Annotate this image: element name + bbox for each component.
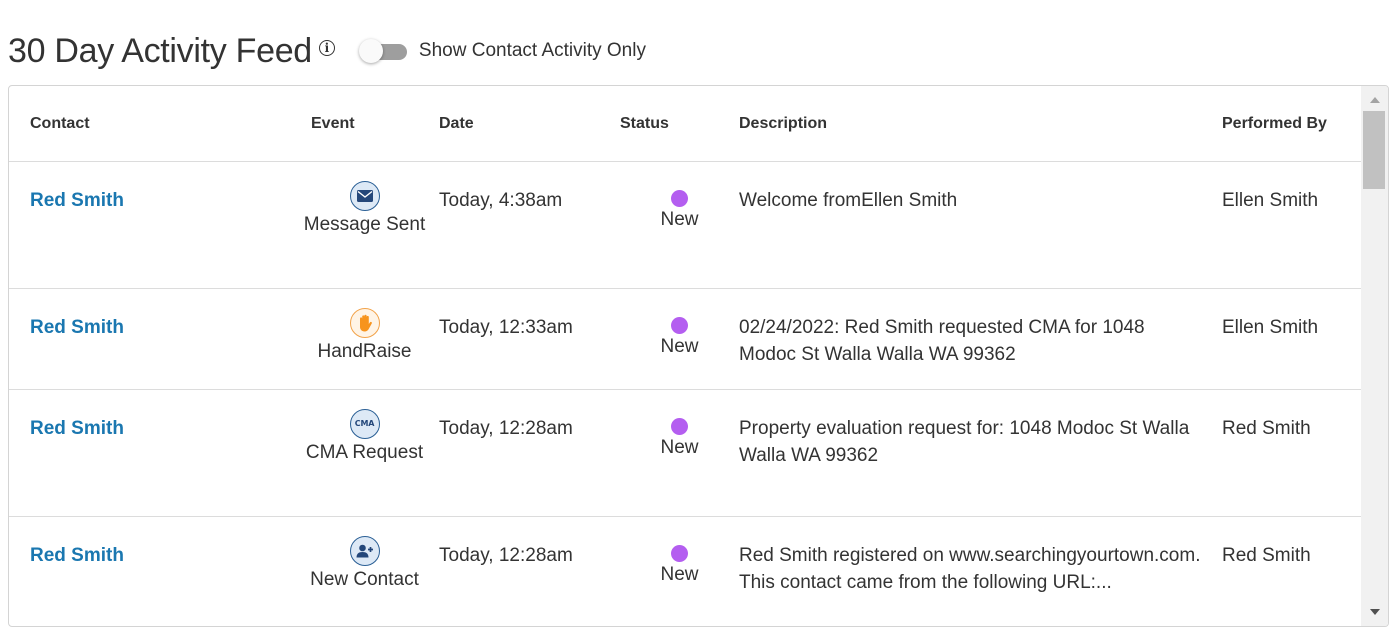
event-cell: New Contact	[290, 516, 439, 626]
status-cell: New	[620, 516, 739, 626]
status-dot-icon	[671, 317, 688, 334]
scroll-up-button[interactable]	[1361, 89, 1388, 111]
scrollbar-thumb[interactable]	[1363, 111, 1385, 189]
column-header-status: Status	[620, 86, 739, 162]
column-header-performed-by: Performed By	[1222, 86, 1361, 162]
activity-table: Contact Event Date Status Description Pe…	[9, 86, 1361, 626]
contact-cell: Red Smith	[9, 288, 290, 390]
date-cell: Today, 12:33am	[439, 288, 620, 390]
cma-icon-text: CMA	[354, 418, 375, 428]
status-dot-icon	[671, 545, 688, 562]
status-text: New	[660, 437, 699, 458]
status-text: New	[660, 209, 699, 230]
contact-cell: Red Smith	[9, 389, 290, 517]
description-cell: 02/24/2022: Red Smith requested CMA for …	[739, 288, 1222, 390]
performed-by-cell: Red Smith	[1222, 389, 1361, 517]
contact-link[interactable]: Red Smith	[30, 418, 124, 439]
table-row: Red Smith CMA CMA Request Today, 12:28am…	[9, 389, 1361, 517]
contact-link[interactable]: Red Smith	[30, 190, 124, 211]
activity-table-scroll-area: Contact Event Date Status Description Pe…	[9, 86, 1361, 626]
description-cell: Welcome fromEllen Smith	[739, 161, 1222, 289]
arrow-down-icon	[1369, 609, 1380, 615]
vertical-scrollbar[interactable]	[1361, 86, 1388, 626]
event-cell: CMA CMA Request	[290, 389, 439, 517]
description-cell: Property evaluation request for: 1048 Mo…	[739, 389, 1222, 517]
add-user-icon	[349, 536, 380, 566]
toggle-label: Show Contact Activity Only	[418, 40, 646, 61]
contact-cell: Red Smith	[9, 161, 290, 289]
performed-by-cell: Red Smith	[1222, 516, 1361, 626]
cma-icon: CMA	[349, 409, 380, 439]
column-header-event: Event	[290, 86, 439, 162]
activity-table-container: Contact Event Date Status Description Pe…	[8, 85, 1389, 627]
scroll-down-button[interactable]	[1361, 601, 1388, 623]
performed-by-cell: Ellen Smith	[1222, 288, 1361, 390]
contact-link[interactable]: Red Smith	[30, 545, 124, 566]
event-label: New Contact	[310, 569, 419, 590]
table-row: Red Smith New Contact Today, 12:28am New…	[9, 516, 1361, 626]
status-cell: New	[620, 288, 739, 390]
description-cell: Red Smith registered on www.searchingyou…	[739, 516, 1222, 626]
table-row: Red Smith HandRaise Today, 12:33am New 0…	[9, 288, 1361, 390]
column-header-contact: Contact	[9, 86, 290, 162]
envelope-icon	[349, 181, 380, 211]
status-text: New	[660, 564, 699, 585]
status-cell: New	[620, 161, 739, 289]
column-header-date: Date	[439, 86, 620, 162]
arrow-up-icon	[1369, 97, 1380, 103]
date-cell: Today, 12:28am	[439, 389, 620, 517]
event-cell: Message Sent	[290, 161, 439, 289]
page-title: 30 Day Activity Feed	[8, 32, 312, 70]
contact-link[interactable]: Red Smith	[30, 317, 124, 338]
info-circle-icon[interactable]: i	[318, 40, 335, 56]
event-label: HandRaise	[317, 341, 412, 362]
date-cell: Today, 4:38am	[439, 161, 620, 289]
status-cell: New	[620, 389, 739, 517]
event-cell: HandRaise	[290, 288, 439, 390]
event-label: CMA Request	[305, 442, 424, 463]
column-header-description: Description	[739, 86, 1222, 162]
date-cell: Today, 12:28am	[439, 516, 620, 626]
table-header-row: Contact Event Date Status Description Pe…	[9, 86, 1361, 162]
table-row: Red Smith Message Sent Today, 4:38am New…	[9, 161, 1361, 289]
contact-activity-toggle[interactable]	[358, 39, 407, 63]
performed-by-cell: Ellen Smith	[1222, 161, 1361, 289]
status-dot-icon	[671, 418, 688, 435]
status-text: New	[660, 336, 699, 357]
toggle-knob[interactable]	[358, 39, 383, 63]
event-label: Message Sent	[303, 214, 426, 235]
status-dot-icon	[671, 190, 688, 207]
raised-hand-icon	[349, 308, 380, 338]
feed-header: 30 Day Activity Feed i Show Contact Acti…	[8, 26, 646, 76]
contact-cell: Red Smith	[9, 516, 290, 626]
